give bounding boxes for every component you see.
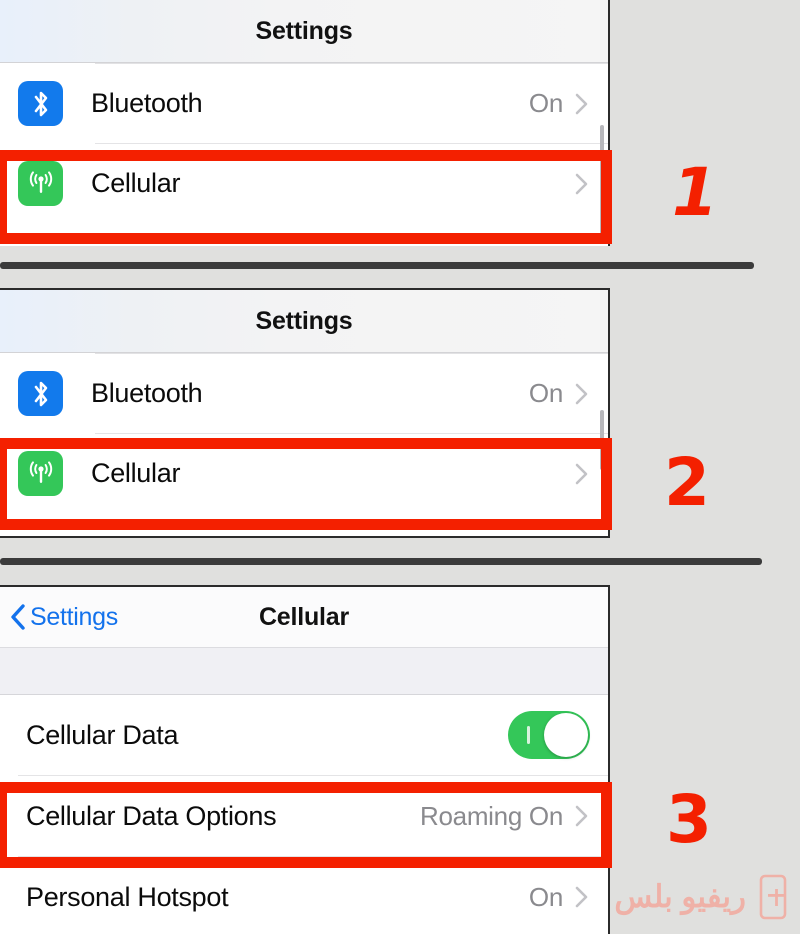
step-number-3: 3 [666, 781, 712, 858]
list-item-label: Personal Hotspot [26, 881, 229, 912]
scrollbar[interactable] [600, 410, 604, 470]
step-number-1: 1 [672, 154, 718, 231]
chevron-right-icon [575, 173, 588, 194]
toggle-on-mark [527, 726, 530, 744]
phone-plus-icon [759, 874, 787, 920]
sidebar-item-label: Cellular [91, 168, 181, 198]
list-item-label: Cellular Data [26, 719, 179, 750]
back-button-label: Settings [30, 602, 118, 631]
chevron-right-icon [575, 93, 588, 114]
sidebar-item-label: Bluetooth [91, 378, 203, 408]
cellular-icon [18, 161, 63, 206]
sidebar-item-label: Bluetooth [91, 88, 203, 118]
step-number-2: 2 [664, 444, 710, 521]
status-value: On [528, 88, 563, 118]
cellular-data-toggle[interactable] [508, 711, 590, 759]
page-title: Settings [255, 16, 353, 45]
phone-screenshot-step-2: Settings Bluetooth On Cellular [0, 288, 610, 538]
panel-separator-2 [0, 558, 762, 565]
cellular-list: Cellular Data Cellular Data Options Roam… [0, 695, 608, 934]
page-title: Settings [255, 306, 353, 335]
sidebar-item-cellular[interactable]: Cellular [0, 144, 608, 223]
chevron-right-icon [575, 463, 588, 484]
phone-screenshot-step-1: Settings Bluetooth On Cellular [0, 0, 610, 246]
navbar-settings-1: Settings [0, 0, 608, 63]
scrollbar[interactable] [600, 125, 604, 235]
sidebar-item-bluetooth[interactable]: Bluetooth On [0, 354, 608, 433]
settings-list-1: Bluetooth On Cellular [0, 63, 608, 223]
list-item-cellular-data-options[interactable]: Cellular Data Options Roaming On [0, 776, 608, 856]
bluetooth-icon [18, 371, 63, 416]
phone-screenshot-step-3: Settings Cellular Cellular Data Cellular… [0, 585, 610, 934]
watermark: ريفيو بلس [614, 874, 792, 920]
sidebar-item-cellular[interactable]: Cellular [0, 434, 608, 513]
back-button[interactable]: Settings [10, 603, 118, 632]
panel-separator-1 [0, 262, 754, 269]
list-section-spacer [0, 648, 608, 695]
chevron-right-icon [575, 886, 588, 908]
navbar-cellular: Settings Cellular [0, 587, 608, 648]
navbar-settings-2: Settings [0, 290, 608, 353]
sidebar-item-bluetooth[interactable]: Bluetooth On [0, 64, 608, 143]
screenshot-stage: Settings Bluetooth On Cellular 1 Setting… [0, 0, 800, 934]
toggle-knob [544, 713, 588, 757]
cellular-icon [18, 451, 63, 496]
status-value: On [528, 378, 563, 408]
chevron-right-icon [575, 383, 588, 404]
bluetooth-icon [18, 81, 63, 126]
watermark-text: ريفيو بلس [614, 879, 746, 914]
chevron-left-icon [11, 604, 25, 630]
chevron-right-icon [575, 805, 588, 827]
sidebar-item-label: Cellular [91, 458, 181, 488]
status-value: On [528, 881, 563, 912]
list-item-personal-hotspot[interactable]: Personal Hotspot On [0, 857, 608, 934]
list-item-cellular-data[interactable]: Cellular Data [0, 695, 608, 775]
list-item-label: Cellular Data Options [26, 800, 277, 831]
status-value: Roaming On [420, 800, 563, 831]
settings-list-2: Bluetooth On Cellular [0, 353, 608, 513]
